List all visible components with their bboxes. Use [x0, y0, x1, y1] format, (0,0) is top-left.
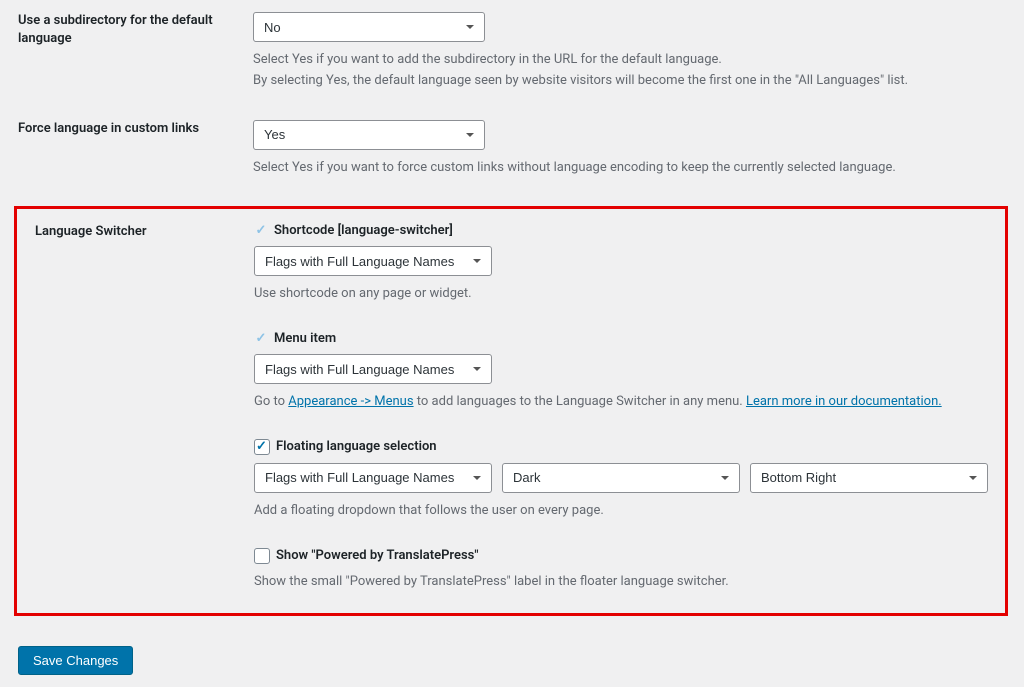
select-shortcode-format[interactable]: Flags with Full Language Names	[254, 246, 492, 276]
select-subdirectory[interactable]: No	[253, 12, 485, 42]
label-powered-by: Show "Powered by TranslatePress"	[276, 548, 479, 563]
checkbox-floating[interactable]	[254, 439, 270, 455]
check-icon: ✓	[254, 224, 268, 238]
select-menu-format[interactable]: Flags with Full Language Names	[254, 354, 492, 384]
label-floating: Floating language selection	[276, 439, 437, 454]
label-menu-item: Menu item	[274, 331, 336, 346]
label-force-language: Force language in custom links	[18, 120, 253, 138]
desc-force-language: Select Yes if you want to force custom l…	[253, 158, 1006, 179]
desc-floating: Add a floating dropdown that follows the…	[254, 501, 991, 522]
row-language-switcher: Language Switcher ✓ Shortcode [language-…	[19, 223, 991, 602]
label-language-switcher: Language Switcher	[19, 223, 254, 241]
link-documentation[interactable]: Learn more in our documentation.	[746, 394, 942, 409]
controls-language-switcher: ✓ Shortcode [language-switcher] Flags wi…	[254, 223, 991, 602]
block-shortcode: ✓ Shortcode [language-switcher] Flags wi…	[254, 223, 991, 305]
desc-powered-by: Show the small "Powered by TranslatePres…	[254, 572, 991, 593]
link-appearance-menus[interactable]: Appearance -> Menus	[288, 394, 413, 409]
block-floating: Floating language selection Flags with F…	[254, 439, 991, 522]
controls-force-language: Yes Select Yes if you want to force cust…	[253, 120, 1006, 179]
language-switcher-highlight: Language Switcher ✓ Shortcode [language-…	[14, 206, 1008, 615]
desc-shortcode: Use shortcode on any page or widget.	[254, 284, 991, 305]
label-shortcode: Shortcode [language-switcher]	[274, 223, 453, 238]
row-subdirectory: Use a subdirectory for the default langu…	[18, 12, 1006, 92]
block-powered-by: Show "Powered by TranslatePress" Show th…	[254, 548, 991, 593]
block-menu-item: ✓ Menu item Flags with Full Language Nam…	[254, 331, 991, 413]
select-floating-theme[interactable]: Dark	[502, 463, 740, 493]
desc-subdirectory: Select Yes if you want to add the subdir…	[253, 50, 1006, 92]
select-floating-position[interactable]: Bottom Right	[750, 463, 988, 493]
row-force-language: Force language in custom links Yes Selec…	[18, 120, 1006, 179]
desc-menu-item: Go to Appearance -> Menus to add languag…	[254, 392, 991, 413]
label-subdirectory: Use a subdirectory for the default langu…	[18, 12, 253, 48]
select-floating-format[interactable]: Flags with Full Language Names	[254, 463, 492, 493]
check-icon: ✓	[254, 332, 268, 346]
controls-subdirectory: No Select Yes if you want to add the sub…	[253, 12, 1006, 92]
checkbox-powered-by[interactable]	[254, 548, 270, 564]
select-force-language[interactable]: Yes	[253, 120, 485, 150]
